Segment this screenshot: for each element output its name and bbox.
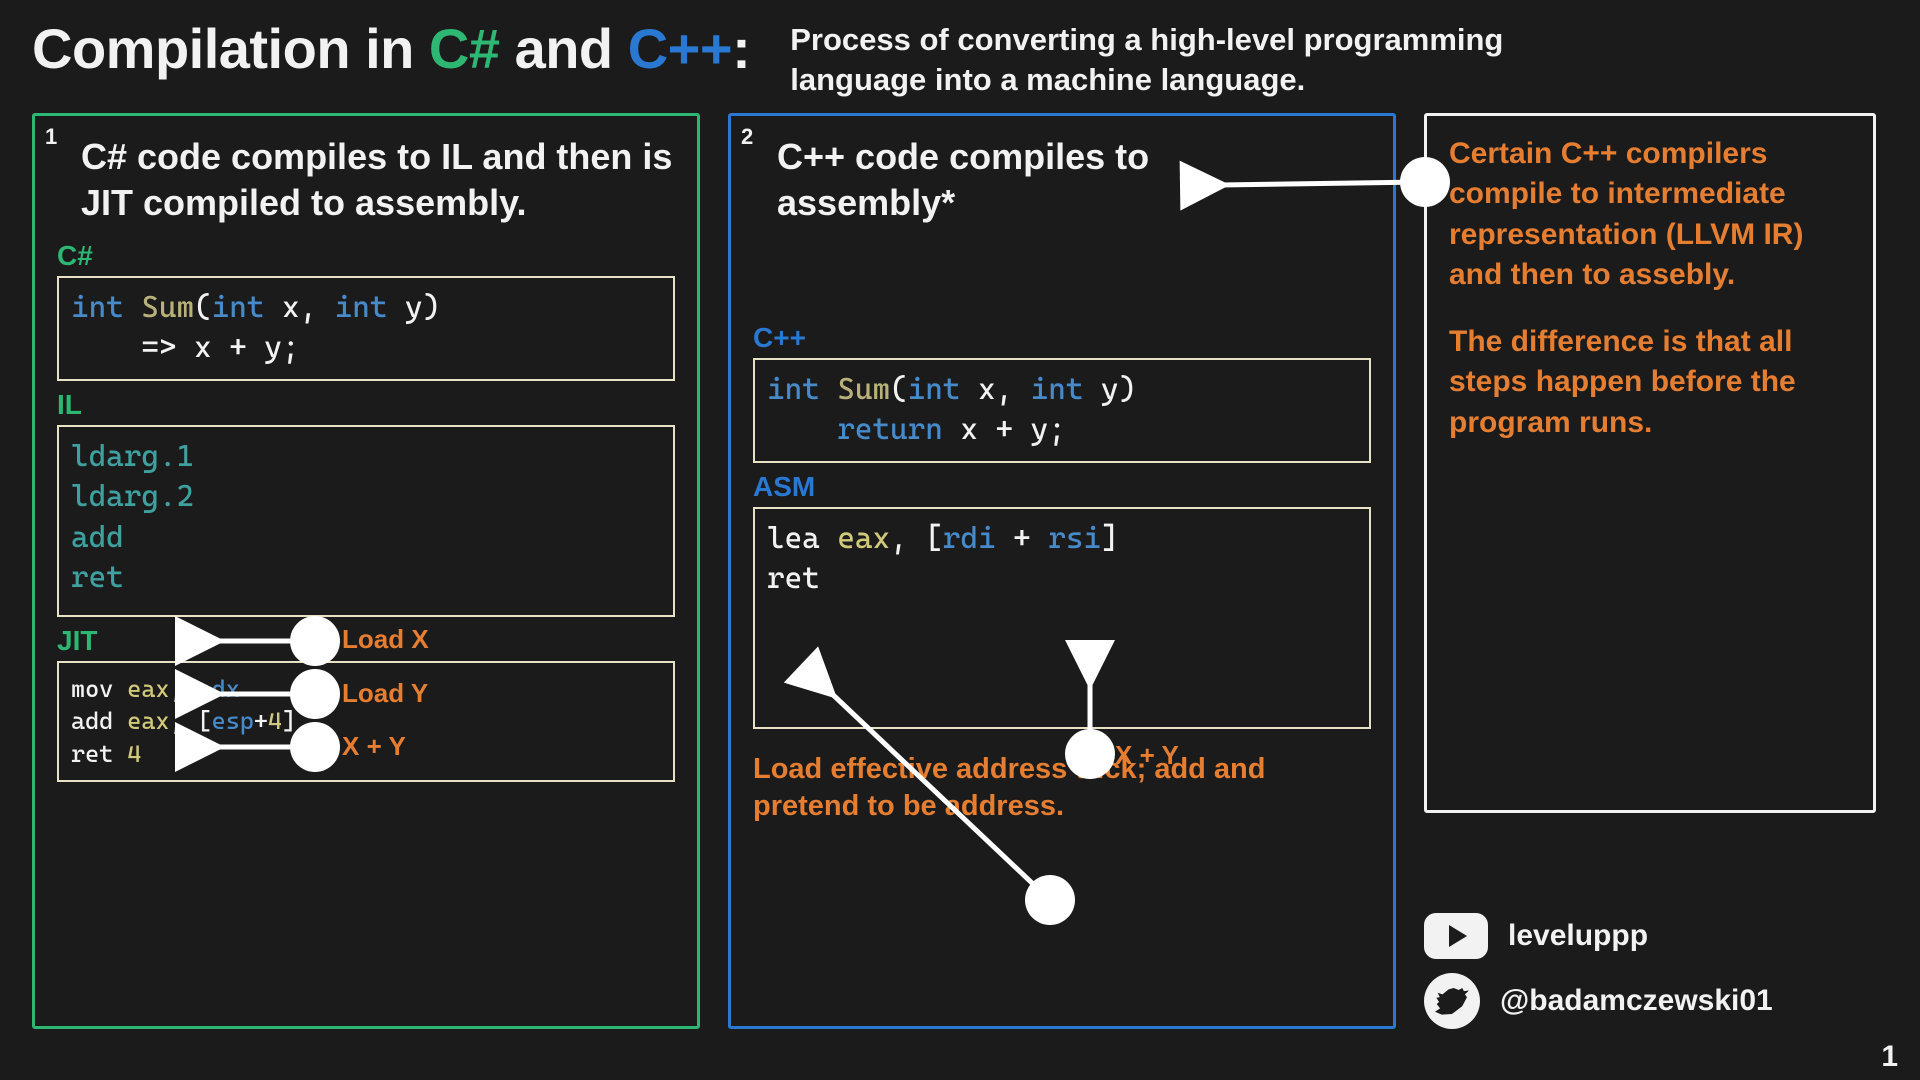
title-suffix: : (732, 17, 750, 80)
csharp-panel: 1 C# code compiles to IL and then is JIT… (32, 113, 700, 1029)
il-code-label: IL (57, 389, 675, 421)
title-mid: and (500, 17, 628, 80)
cpp-code-label: C++ (753, 322, 1371, 354)
csharp-panel-number: 1 (45, 124, 57, 150)
youtube-row: leveluppp (1424, 913, 1876, 959)
page-number: 1 (1881, 1040, 1898, 1074)
side-panel-p2: The difference is that all steps happen … (1449, 322, 1851, 444)
il-code-box: ldarg.1ldarg.2addret (57, 425, 675, 617)
title-prefix: Compilation in (32, 17, 429, 80)
il-annot-load-x: Load X (342, 624, 429, 655)
asm-code-label: ASM (753, 471, 1371, 503)
page-subtitle: Process of converting a high-level progr… (790, 20, 1570, 101)
cpp-panel-number: 2 (741, 124, 753, 150)
twitter-row: @badamczewski01 (1424, 973, 1876, 1029)
cpp-panel-heading: C++ code compiles to assembly* (753, 134, 1371, 226)
csharp-panel-heading: C# code compiles to IL and then is JIT c… (57, 134, 675, 226)
csharp-code-box: int Sum(int x, int y) => x + y; (57, 276, 675, 381)
csharp-code-label: C# (57, 240, 675, 272)
asm-annot-xy: X + Y (1115, 740, 1179, 771)
asm-code-box: lea eax, [rdi + rsi] ret (753, 507, 1371, 729)
cpp-lea-note: Load effective address trick; add and pr… (753, 751, 1371, 826)
page-title: Compilation in C# and C++: (32, 16, 750, 81)
title-csharp: C# (429, 17, 500, 80)
youtube-icon (1424, 913, 1488, 959)
side-panel-p1: Certain C++ compilers compile to interme… (1449, 134, 1851, 296)
cpp-code-box: int Sum(int x, int y) return x + y; (753, 358, 1371, 463)
twitter-handle: @badamczewski01 (1500, 984, 1773, 1018)
cpp-panel: 2 C++ code compiles to assembly* C++ int… (728, 113, 1396, 1029)
il-annot-xy: X + Y (342, 731, 406, 762)
youtube-handle: leveluppp (1508, 919, 1648, 953)
il-annot-load-y: Load Y (342, 678, 428, 709)
socials: leveluppp @badamczewski01 (1424, 899, 1876, 1029)
title-cpp: C++ (628, 17, 732, 80)
side-panel: Certain C++ compilers compile to interme… (1424, 113, 1876, 813)
twitter-icon (1424, 973, 1480, 1029)
